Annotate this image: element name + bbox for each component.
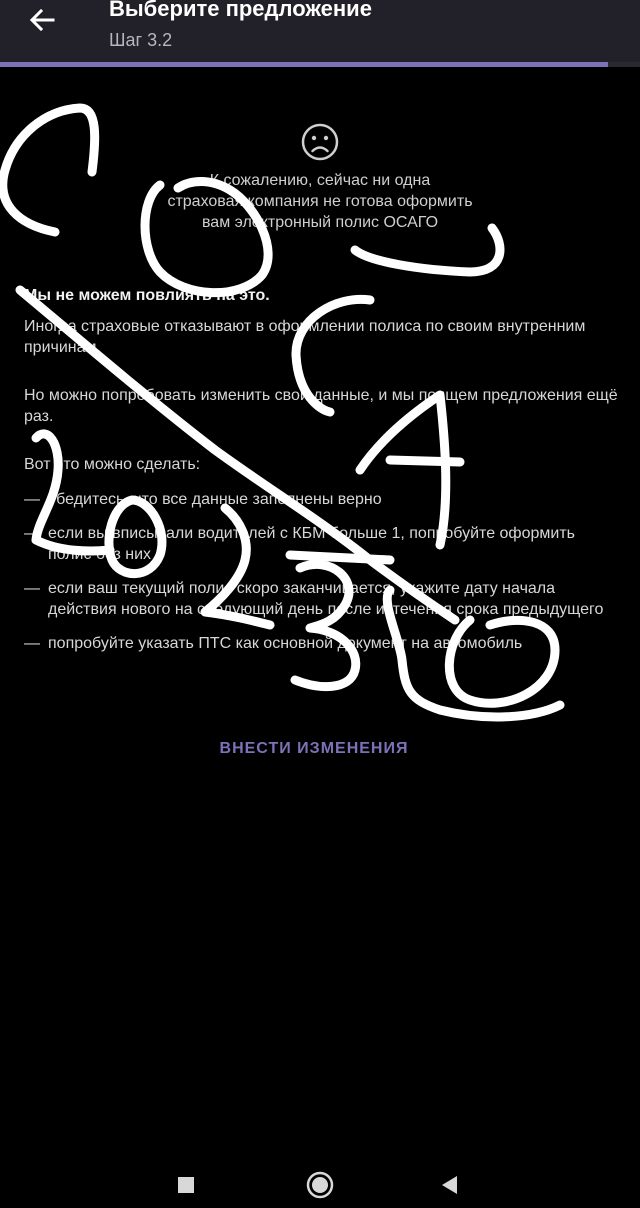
system-nav-bar xyxy=(0,1160,640,1208)
list-item: — если вы вписывали водителей с КБМ больш… xyxy=(24,523,620,565)
home-circle-icon xyxy=(306,1171,334,1199)
list-item: — если ваш текущий полис скоро заканчивае… xyxy=(24,578,620,620)
list-item: — попробуйте указать ПТС как основной док… xyxy=(24,633,620,654)
paragraph-reason: Иногда страховые отказывают в оформлении… xyxy=(24,318,586,356)
arrow-left-icon xyxy=(29,8,55,32)
back-button[interactable] xyxy=(20,0,64,40)
sad-face-icon xyxy=(301,123,339,161)
bullet-dash: — xyxy=(24,635,40,652)
list-item-text: если вы вписывали водителей с КБМ больше… xyxy=(48,525,575,563)
list-item-text: убедитесь, что все данные заполнены верн… xyxy=(48,491,382,508)
back-triangle-icon xyxy=(442,1176,457,1194)
paragraph-retry: Но можно попробовать изменить свои данны… xyxy=(24,387,618,425)
step-subtitle: Шаг 3.2 xyxy=(109,30,173,50)
main-content: Мы не можем повлиять на это. Иногда стра… xyxy=(24,285,620,667)
bullet-dash: — xyxy=(24,580,40,597)
back-nav-button[interactable] xyxy=(430,1168,470,1202)
section-heading: Мы не можем повлиять на это. xyxy=(24,287,270,304)
paragraph-tips-intro: Вот что можно сделать: xyxy=(24,456,201,473)
list-item-text: если ваш текущий полис скоро заканчивает… xyxy=(48,580,604,618)
home-button[interactable] xyxy=(300,1168,340,1202)
tips-list: — убедитесь, что все данные заполнены вер… xyxy=(24,489,620,654)
bullet-dash: — xyxy=(24,491,40,508)
make-changes-button[interactable]: ВНЕСТИ ИЗМЕНЕНИЯ xyxy=(0,736,628,762)
recents-button[interactable] xyxy=(166,1168,206,1202)
progress-bar xyxy=(0,62,640,67)
app-bar: Выберите предложение Шаг 3.2 xyxy=(0,0,640,62)
list-item: — убедитесь, что все данные заполнены вер… xyxy=(24,489,620,510)
progress-fill xyxy=(0,62,608,67)
list-item-text: попробуйте указать ПТС как основной доку… xyxy=(48,635,523,652)
empty-state-message: К сожалению, сейчас ни одна страховая ко… xyxy=(167,172,473,231)
page-title: Выберите предложение xyxy=(109,0,372,21)
bullet-dash: — xyxy=(24,525,40,542)
recents-square-icon xyxy=(178,1177,194,1193)
